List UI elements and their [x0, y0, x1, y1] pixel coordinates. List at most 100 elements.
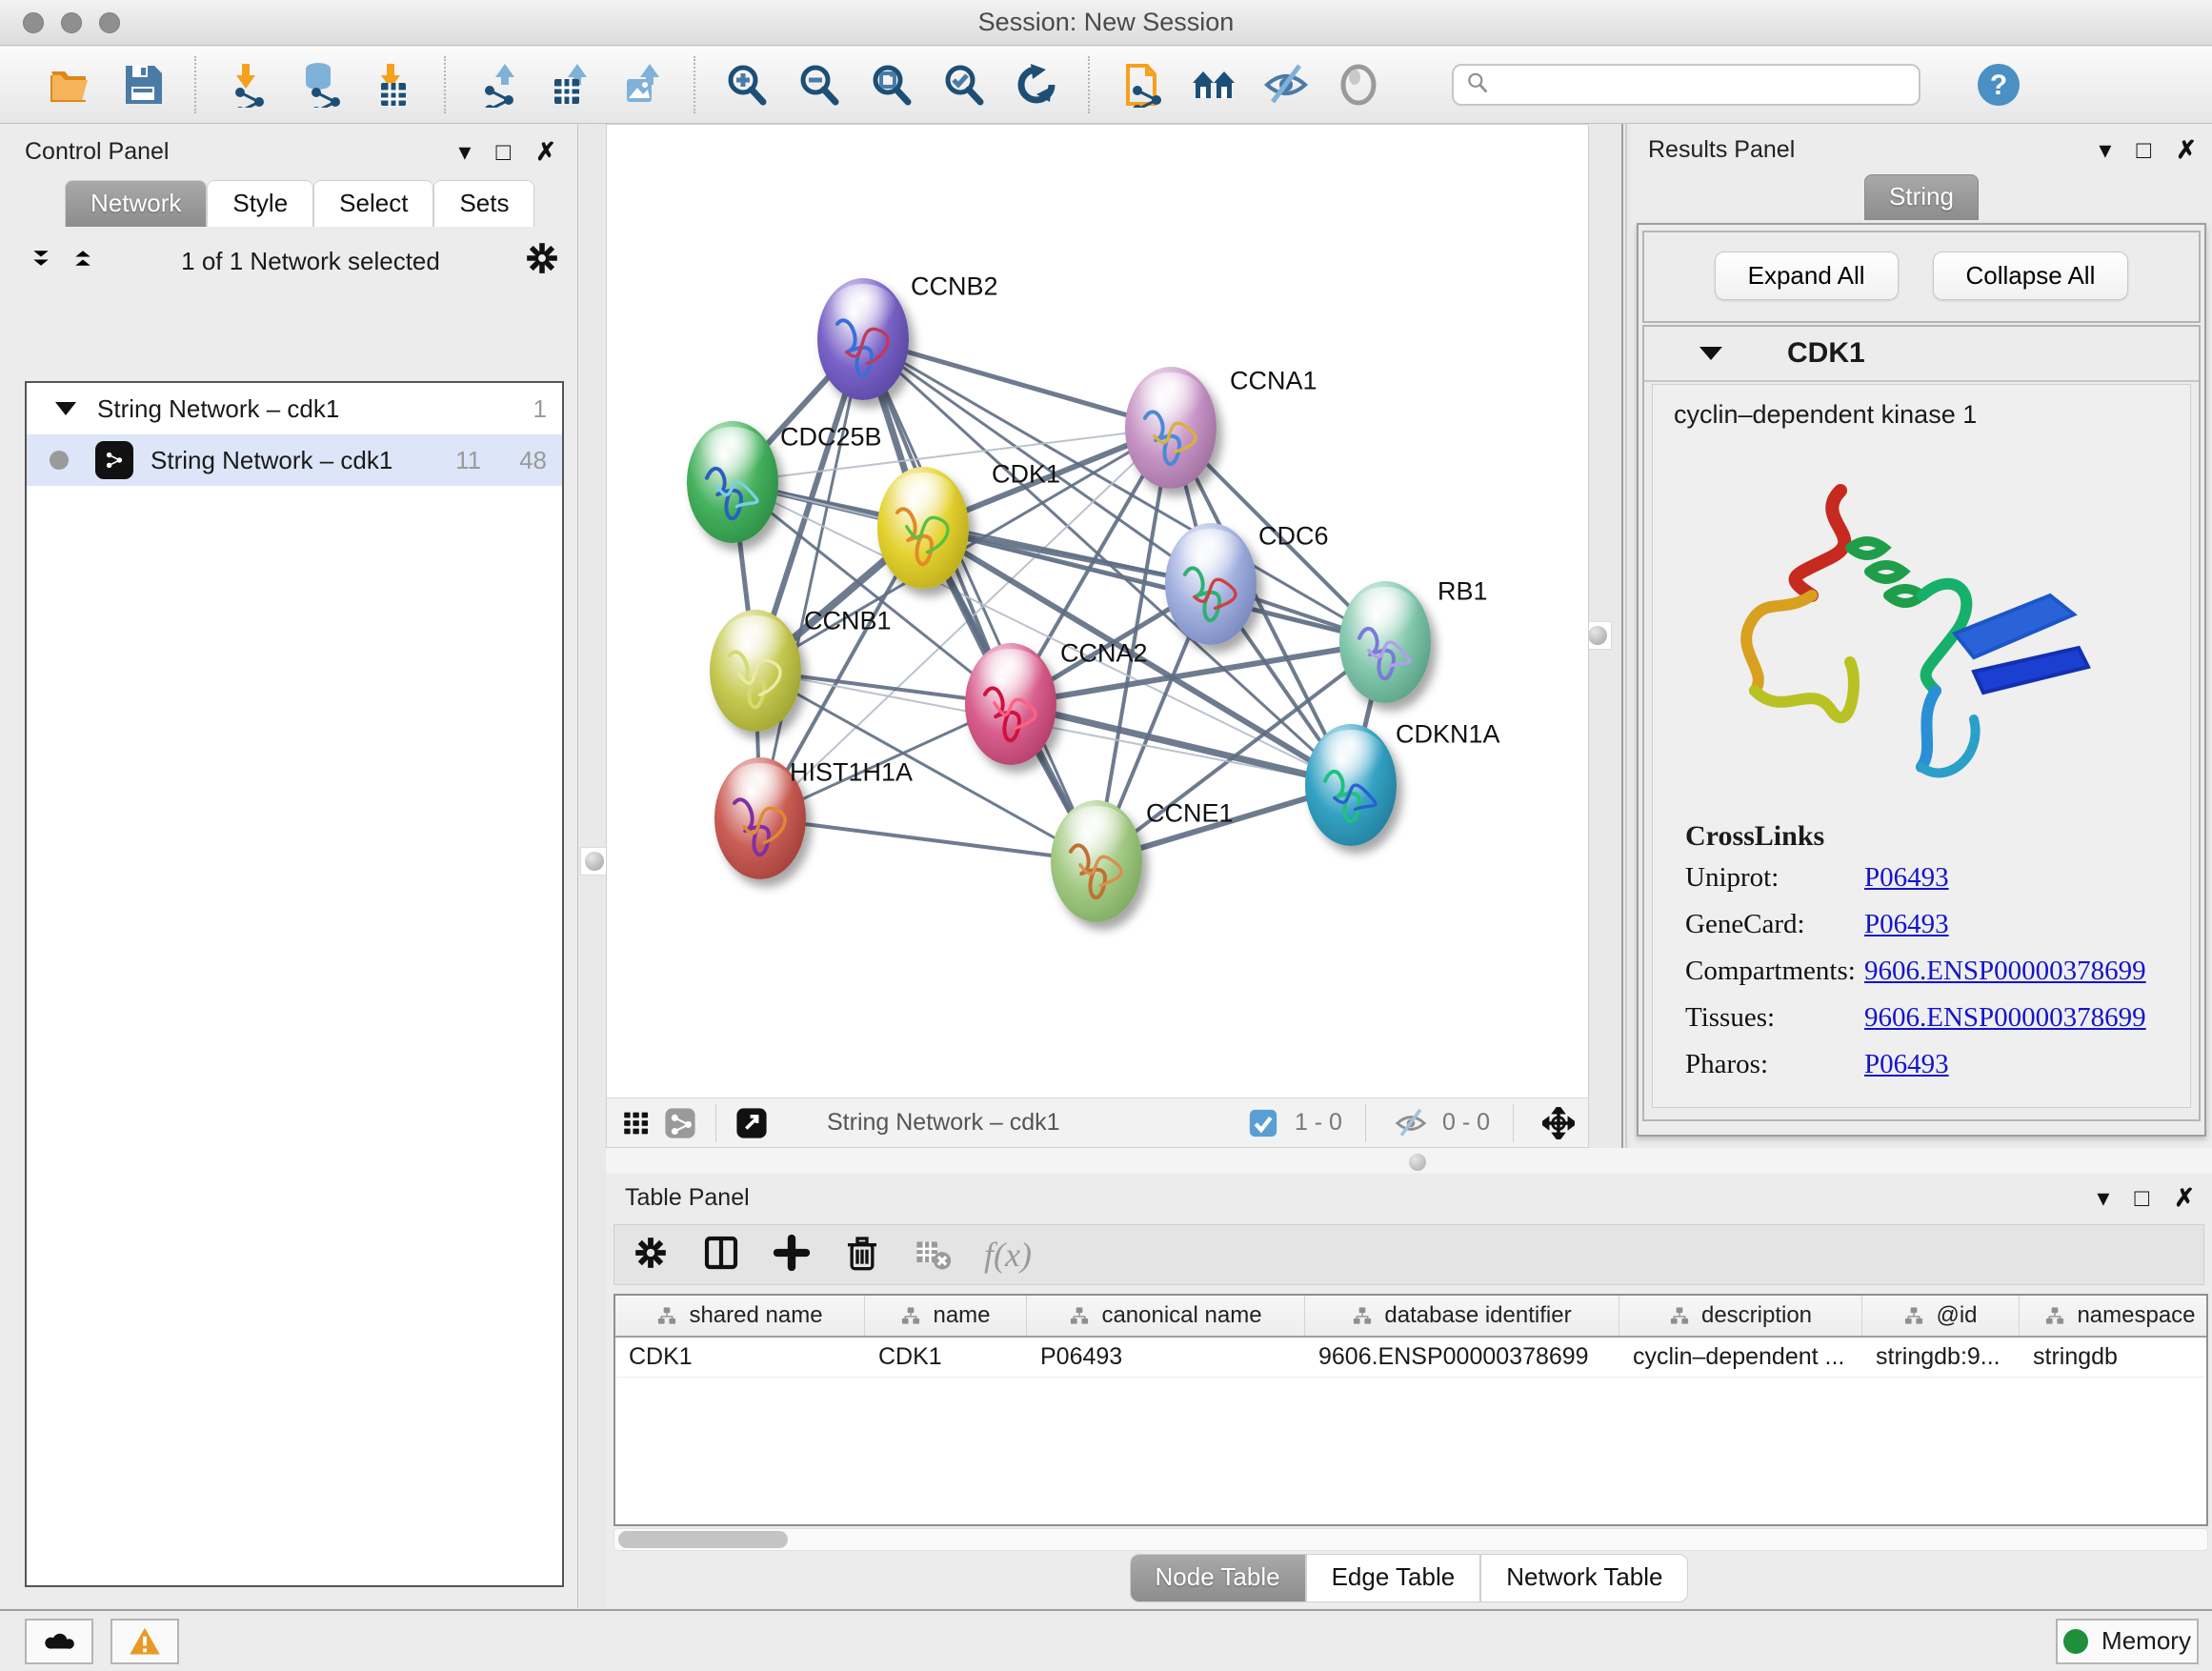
network-options-gear-icon[interactable] — [524, 240, 560, 283]
left-splitter-handle[interactable] — [580, 847, 609, 876]
column-header-description[interactable]: description — [1619, 1296, 1862, 1336]
fit-content-crosshair-icon[interactable] — [1537, 1104, 1580, 1142]
detach-view-icon[interactable] — [730, 1104, 774, 1142]
zoom-selected-icon[interactable] — [934, 54, 995, 115]
home-string-icon[interactable] — [1183, 54, 1244, 115]
expand-all-button[interactable]: Expand All — [1715, 252, 1899, 300]
table-cell[interactable]: 9606.ENSP00000378699 — [1305, 1338, 1619, 1377]
tab-node-table[interactable]: Node Table — [1130, 1554, 1306, 1602]
show-all-icon[interactable] — [1328, 54, 1389, 115]
open-session-icon[interactable] — [40, 54, 101, 115]
right-splitter[interactable] — [1621, 124, 1627, 1148]
node-RB1[interactable] — [1339, 581, 1431, 703]
column-header-database-identifier[interactable]: database identifier — [1305, 1296, 1619, 1336]
gene-entry-header[interactable]: CDK1 — [1644, 327, 2199, 382]
import-network-file-icon[interactable] — [217, 54, 278, 115]
table-close-icon[interactable]: ✗ — [2174, 1183, 2195, 1213]
column-header-shared-name[interactable]: shared name — [615, 1296, 865, 1336]
show-columns-icon[interactable] — [702, 1234, 740, 1277]
table-horizontal-scrollbar[interactable] — [613, 1528, 2208, 1551]
node-CCNA1[interactable] — [1125, 367, 1217, 489]
import-table-file-icon[interactable] — [362, 54, 423, 115]
export-network-icon[interactable] — [467, 54, 528, 115]
table-cell[interactable]: stringdb:9... — [1862, 1338, 2020, 1377]
results-menu-icon[interactable]: ▾ — [2099, 135, 2111, 165]
delete-column-trash-icon[interactable] — [843, 1234, 881, 1277]
memory-button[interactable]: Memory — [2056, 1619, 2199, 1664]
table-row[interactable]: CDK1CDK1P064939606.ENSP00000378699cyclin… — [615, 1338, 2206, 1378]
table-float-icon[interactable]: □ — [2134, 1183, 2149, 1213]
column-header-canonical-name[interactable]: canonical name — [1027, 1296, 1305, 1336]
table-cell[interactable]: CDK1 — [615, 1338, 865, 1377]
save-session-icon[interactable] — [112, 54, 173, 115]
node-CCNE1[interactable] — [1051, 800, 1142, 922]
horizontal-splitter[interactable] — [606, 1148, 2212, 1174]
expand-all-networks-icon[interactable]: g fill="none" stroke="#222" stroke-width… — [69, 242, 97, 281]
edge-CCNB2-CCNA1[interactable] — [863, 339, 1171, 428]
table-cell[interactable]: stringdb — [2020, 1338, 2208, 1377]
cloud-service-button[interactable] — [25, 1619, 93, 1664]
node-CCNB1[interactable] — [710, 610, 801, 732]
export-image-icon[interactable] — [612, 54, 673, 115]
edge-CCNA2-CDKN1A[interactable] — [1011, 704, 1351, 785]
collapse-all-button[interactable]: Collapse All — [1933, 252, 2129, 300]
edge-HIST1H1A-CCNE1[interactable] — [760, 818, 1096, 861]
refresh-layout-icon[interactable] — [1006, 54, 1067, 115]
table-cell[interactable]: cyclin–dependent ... — [1619, 1338, 1862, 1377]
tab-network-table[interactable]: Network Table — [1480, 1554, 1688, 1602]
network-row[interactable]: String Network – cdk1 11 48 — [27, 434, 562, 486]
node-CDC6[interactable] — [1165, 523, 1257, 645]
tab-network[interactable]: Network — [65, 180, 207, 227]
first-neighbors-icon[interactable] — [1111, 54, 1172, 115]
results-close-icon[interactable]: ✗ — [2176, 135, 2197, 165]
zoom-out-icon[interactable] — [789, 54, 850, 115]
birds-eye-view-icon[interactable] — [614, 1104, 658, 1142]
table-cell[interactable]: P06493 — [1027, 1338, 1305, 1377]
node-CDC25B[interactable] — [687, 421, 778, 543]
table-settings-gear-icon[interactable] — [632, 1234, 670, 1277]
tab-select[interactable]: Select — [313, 180, 433, 227]
column-header-@id[interactable]: @id — [1862, 1296, 2020, 1336]
network-collection-row[interactable]: String Network – cdk1 1 — [27, 383, 562, 434]
node-CCNB2[interactable] — [817, 278, 909, 400]
node-CDK1[interactable] — [877, 467, 969, 589]
zoom-fit-icon[interactable] — [861, 54, 922, 115]
table-cell[interactable]: CDK1 — [865, 1338, 1027, 1377]
add-column-icon[interactable] — [773, 1234, 811, 1277]
edge-CCNB2-HIST1H1A[interactable] — [760, 339, 863, 818]
hide-selected-icon[interactable] — [1256, 54, 1317, 115]
scrollbar-thumb[interactable] — [618, 1531, 788, 1548]
crosslink-link[interactable]: P06493 — [1864, 909, 1949, 940]
node-CDKN1A[interactable] — [1305, 724, 1397, 846]
crosslink-label: Pharos: — [1685, 1049, 1864, 1080]
tab-sets[interactable]: Sets — [433, 180, 534, 227]
crosslink-link[interactable]: 9606.ENSP00000378699 — [1864, 956, 2146, 987]
column-header-name[interactable]: name — [865, 1296, 1027, 1336]
gene-expander-icon[interactable] — [1699, 347, 1722, 360]
panel-menu-icon[interactable]: ▾ — [458, 137, 471, 167]
results-float-icon[interactable]: □ — [2136, 135, 2151, 165]
import-network-database-icon[interactable] — [290, 54, 351, 115]
crosslink-link[interactable]: 9606.ENSP00000378699 — [1864, 1002, 2146, 1034]
help-button[interactable]: ? — [1968, 54, 2029, 115]
tab-edge-table[interactable]: Edge Table — [1306, 1554, 1481, 1602]
network-canvas[interactable]: CCNB2 CCNA1 CDC25B CDK1 CDC6 RB1 CCNB1 C… — [607, 125, 1590, 1098]
panel-float-icon[interactable]: □ — [495, 137, 511, 167]
collection-expander-icon[interactable] — [55, 402, 76, 415]
collapse-all-networks-icon[interactable]: g fill="none" stroke="#9a9a9a" stroke-wi… — [27, 242, 55, 281]
warnings-button[interactable] — [111, 1619, 179, 1664]
crosslink-link[interactable]: P06493 — [1864, 862, 1949, 894]
panel-close-icon[interactable]: ✗ — [535, 137, 556, 167]
search-box[interactable] — [1452, 64, 1920, 106]
tab-style[interactable]: Style — [207, 180, 313, 227]
table-menu-icon[interactable]: ▾ — [2097, 1183, 2109, 1213]
search-input[interactable] — [1490, 71, 1900, 98]
column-header-namespace[interactable]: namespace — [2020, 1296, 2208, 1336]
export-table-icon[interactable] — [539, 54, 600, 115]
crosslink-link[interactable]: P06493 — [1864, 1049, 1949, 1080]
status-bar: Memory — [0, 1609, 2212, 1671]
zoom-in-icon[interactable] — [716, 54, 777, 115]
node-table[interactable]: shared namenamecanonical namedatabase id… — [613, 1294, 2208, 1526]
tab-string[interactable]: String — [1864, 174, 1979, 220]
node-CCNA2[interactable] — [965, 643, 1056, 765]
